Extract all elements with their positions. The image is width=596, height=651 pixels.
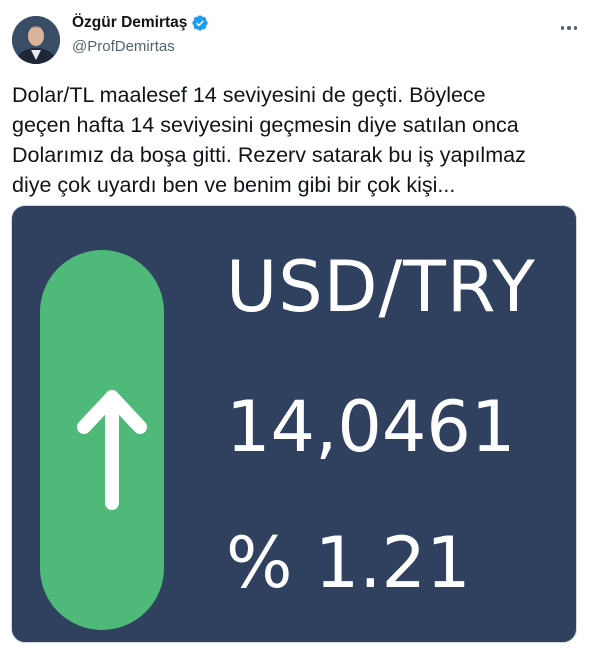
up-indicator (40, 250, 164, 630)
author-name[interactable]: Özgür Demirtaş (72, 14, 187, 32)
currency-pair-label: USD/TRY (226, 246, 536, 328)
tweet-media-image[interactable]: USD/TRY 14,0461 % 1.21 (11, 205, 577, 643)
avatar[interactable] (12, 16, 60, 64)
tweet-text-line: Dolarımız da boşa gitti. Rezerv satarak … (12, 143, 526, 167)
arrow-up-icon (77, 390, 147, 510)
tweet-text-line: diye çok uyardı ben ve benim gibi bir ço… (12, 173, 456, 197)
tweet: Özgür Demirtaş @ProfDemirtas Dolar/TL ma… (0, 0, 596, 651)
tweet-text-line: Dolar/TL maalesef 14 seviyesini de geçti… (12, 83, 486, 107)
author-name-row: Özgür Demirtaş (72, 14, 209, 32)
exchange-rate-value: 14,0461 (226, 386, 516, 468)
more-options-icon[interactable] (556, 18, 582, 38)
tweet-text-line: geçen hafta 14 seviyesini geçmesin diye … (12, 113, 519, 137)
author-handle[interactable]: @ProfDemirtas (72, 38, 175, 55)
verified-badge-icon (192, 15, 209, 31)
percent-change-value: % 1.21 (226, 522, 471, 604)
profile-photo (12, 16, 60, 64)
tweet-text: Dolar/TL maalesef 14 seviyesini de geçti… (12, 80, 584, 200)
